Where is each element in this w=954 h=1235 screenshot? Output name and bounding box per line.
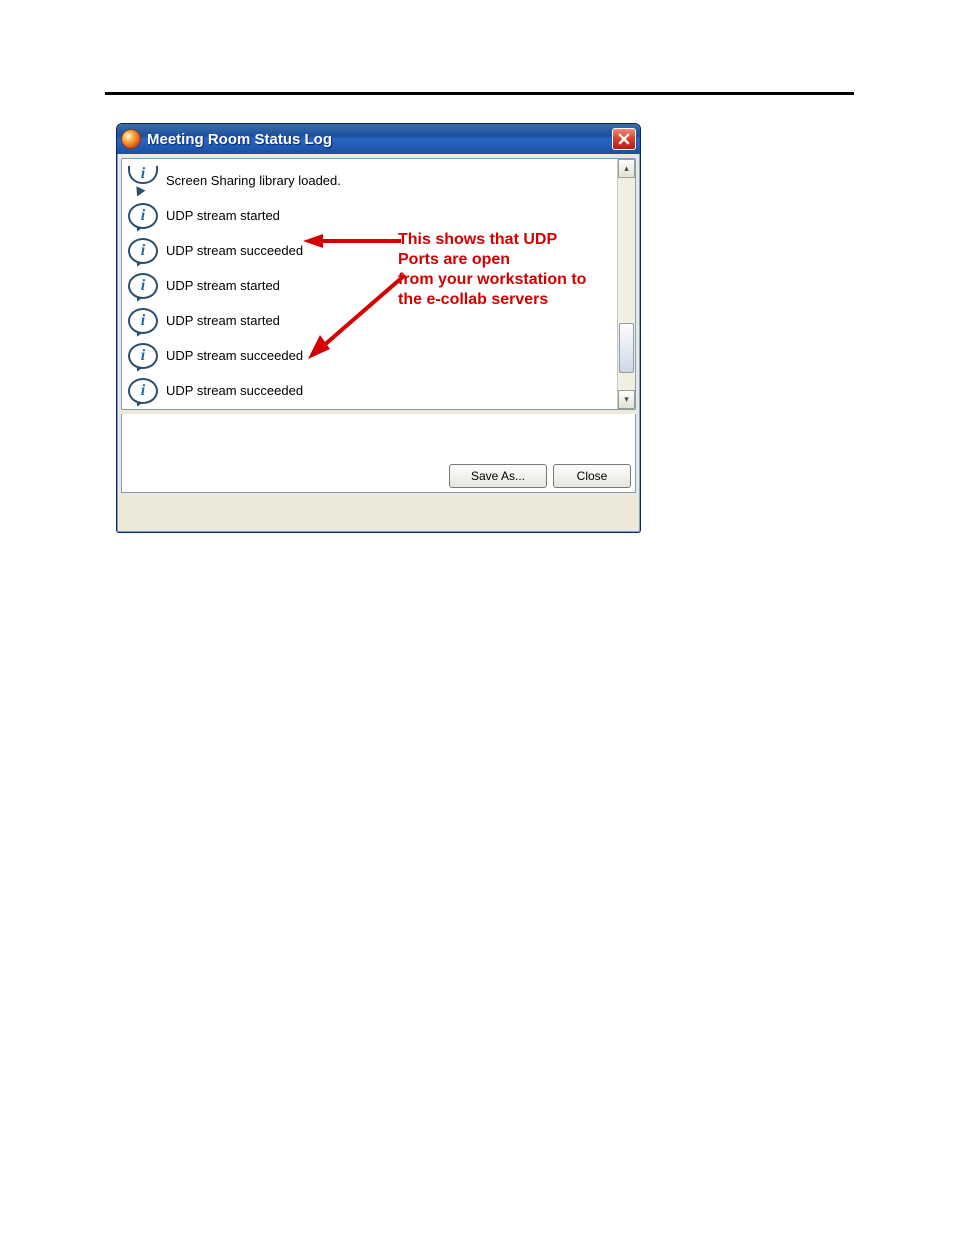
log-text: UDP stream succeeded (166, 348, 303, 363)
button-label: Close (577, 469, 608, 483)
button-label: Save As... (471, 469, 525, 483)
title-bar: Meeting Room Status Log (117, 124, 640, 154)
annotation-text: This shows that UDP Ports are open from … (398, 230, 618, 310)
log-text: UDP stream succeeded (166, 383, 303, 398)
info-icon: i (128, 378, 158, 404)
info-icon: i (128, 168, 158, 194)
annotation-line: the e-collab servers (398, 291, 548, 308)
page-divider (105, 92, 854, 95)
info-icon: i (128, 343, 158, 369)
status-log-window: Meeting Room Status Log i Screen Sharing… (116, 123, 641, 533)
log-item: i UDP stream succeeded (128, 373, 631, 408)
chevron-up-icon: ▴ (624, 163, 629, 174)
close-icon (618, 133, 630, 145)
log-text: UDP stream started (166, 278, 280, 293)
log-item: i UDP stream started (128, 198, 631, 233)
info-icon: i (128, 203, 158, 229)
chevron-down-icon: ▾ (624, 394, 629, 405)
firefox-icon (121, 129, 141, 149)
scroll-thumb[interactable] (619, 323, 634, 373)
scrollbar[interactable]: ▴ ▾ (617, 159, 635, 409)
annotation-line: Ports are open (398, 251, 510, 268)
log-text: Screen Sharing library loaded. (166, 173, 341, 188)
log-item: i UDP stream succeeded (128, 338, 631, 373)
log-text: UDP stream started (166, 208, 280, 223)
scroll-down-button[interactable]: ▾ (618, 390, 635, 409)
info-icon: i (128, 273, 158, 299)
log-item: i Screen Sharing library loaded. (128, 163, 631, 198)
info-icon: i (128, 308, 158, 334)
log-text: UDP stream started (166, 313, 280, 328)
close-window-button[interactable] (612, 128, 636, 150)
annotation-line: This shows that UDP (398, 231, 557, 248)
save-as-button[interactable]: Save As... (449, 464, 547, 488)
footer-pane: Save As... Close (121, 414, 636, 493)
info-icon: i (128, 238, 158, 264)
scroll-up-button[interactable]: ▴ (618, 159, 635, 178)
scroll-track[interactable] (618, 178, 635, 390)
close-button[interactable]: Close (553, 464, 631, 488)
button-row: Save As... Close (449, 464, 631, 488)
annotation-line: from your workstation to (398, 271, 586, 288)
window-title: Meeting Room Status Log (147, 131, 332, 148)
log-text: UDP stream succeeded (166, 243, 303, 258)
